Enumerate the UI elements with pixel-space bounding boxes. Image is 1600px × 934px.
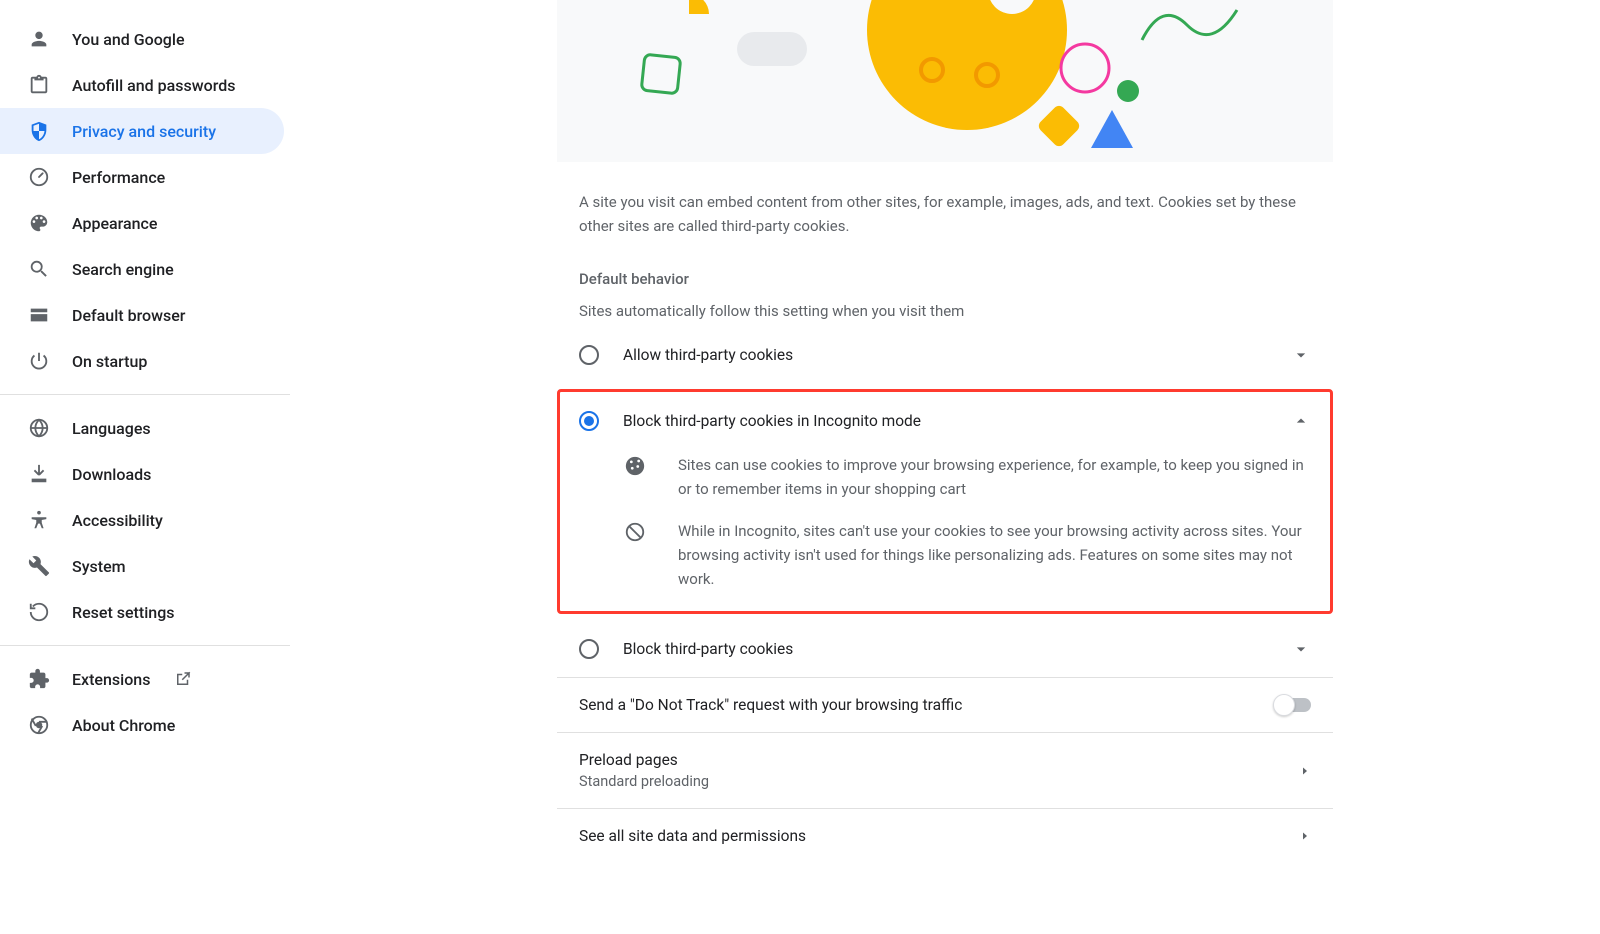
power-icon [28,350,50,372]
dnt-toggle[interactable] [1275,698,1311,712]
sidebar-divider [0,645,290,646]
option-block-third-party[interactable]: Block third-party cookies [557,620,1333,677]
arrow-right-icon [1299,830,1311,842]
sidebar-label: Languages [72,419,151,438]
sidebar-label: Extensions [72,670,150,689]
sidebar-item-downloads[interactable]: Downloads [0,451,290,497]
preload-title: Preload pages [579,751,1299,769]
default-behavior-subtitle: Sites automatically follow this setting … [557,288,1333,326]
sidebar-divider [0,394,290,395]
sidebar-label: System [72,557,126,576]
sidebar-label: About Chrome [72,716,175,735]
reset-icon [28,601,50,623]
sidebar-item-default-browser[interactable]: Default browser [0,292,290,338]
sidebar-label: Accessibility [72,511,163,530]
default-behavior-title: Default behavior [557,238,1333,288]
option-block-incognito[interactable]: Block third-party cookies in Incognito m… [560,392,1330,449]
chrome-icon [28,714,50,736]
do-not-track-row[interactable]: Send a "Do Not Track" request with your … [557,677,1333,732]
expanded-text-1: Sites can use cookies to improve your br… [678,453,1308,501]
preload-pages-row[interactable]: Preload pages Standard preloading [557,732,1333,808]
wrench-icon [28,555,50,577]
site-data-row[interactable]: See all site data and permissions [557,808,1333,863]
sidebar-label: Performance [72,168,165,187]
option-allow-third-party[interactable]: Allow third-party cookies [557,326,1333,383]
option-label: Allow third-party cookies [623,346,1291,364]
accessibility-icon [28,509,50,531]
shield-icon [28,120,50,142]
person-icon [28,28,50,50]
sidebar-label: Privacy and security [72,122,216,141]
main-content: A site you visit can embed content from … [290,0,1600,934]
chevron-down-icon [1291,345,1311,365]
option-block-incognito-highlight: Block third-party cookies in Incognito m… [557,389,1333,614]
radio-unchecked-icon [579,639,599,659]
speedometer-icon [28,166,50,188]
settings-sidebar: You and Google Autofill and passwords Pr… [0,0,290,934]
open-in-new-icon [174,670,192,688]
hero-illustration [557,0,1333,162]
sidebar-item-privacy[interactable]: Privacy and security [0,108,284,154]
sidebar-item-performance[interactable]: Performance [0,154,290,200]
sidebar-item-reset[interactable]: Reset settings [0,589,290,635]
expanded-details: Sites can use cookies to improve your br… [560,449,1330,611]
clipboard-icon [28,74,50,96]
option-label: Block third-party cookies [623,640,1291,658]
sidebar-item-about[interactable]: About Chrome [0,702,290,748]
sidebar-label: Search engine [72,260,174,279]
radio-unchecked-icon [579,345,599,365]
download-icon [28,463,50,485]
sidebar-label: Autofill and passwords [72,76,235,95]
expanded-text-2: While in Incognito, sites can't use your… [678,519,1308,591]
preload-subtitle: Standard preloading [579,773,1299,790]
sidebar-label: Appearance [72,214,157,233]
dnt-label: Send a "Do Not Track" request with your … [579,696,1275,714]
search-icon [28,258,50,280]
arrow-right-icon [1299,765,1311,777]
sidebar-item-accessibility[interactable]: Accessibility [0,497,290,543]
sidebar-item-extensions[interactable]: Extensions [0,656,290,702]
sidebar-item-you-and-google[interactable]: You and Google [0,16,290,62]
sidebar-label: Reset settings [72,603,175,622]
site-data-title: See all site data and permissions [579,827,1299,845]
sidebar-item-search-engine[interactable]: Search engine [0,246,290,292]
sidebar-item-on-startup[interactable]: On startup [0,338,290,384]
extension-icon [28,668,50,690]
globe-icon [28,417,50,439]
sidebar-label: Downloads [72,465,151,484]
chevron-up-icon [1291,411,1311,431]
cookie-icon [624,455,646,477]
sidebar-label: Default browser [72,306,185,325]
sidebar-item-languages[interactable]: Languages [0,405,290,451]
chevron-down-icon [1291,639,1311,659]
palette-icon [28,212,50,234]
option-label: Block third-party cookies in Incognito m… [623,412,1291,430]
browser-icon [28,304,50,326]
sidebar-item-appearance[interactable]: Appearance [0,200,290,246]
sidebar-label: You and Google [72,30,185,49]
block-icon [624,521,646,543]
sidebar-label: On startup [72,352,147,371]
sidebar-item-autofill[interactable]: Autofill and passwords [0,62,290,108]
radio-checked-icon [579,411,599,431]
intro-text: A site you visit can embed content from … [557,162,1333,238]
sidebar-item-system[interactable]: System [0,543,290,589]
